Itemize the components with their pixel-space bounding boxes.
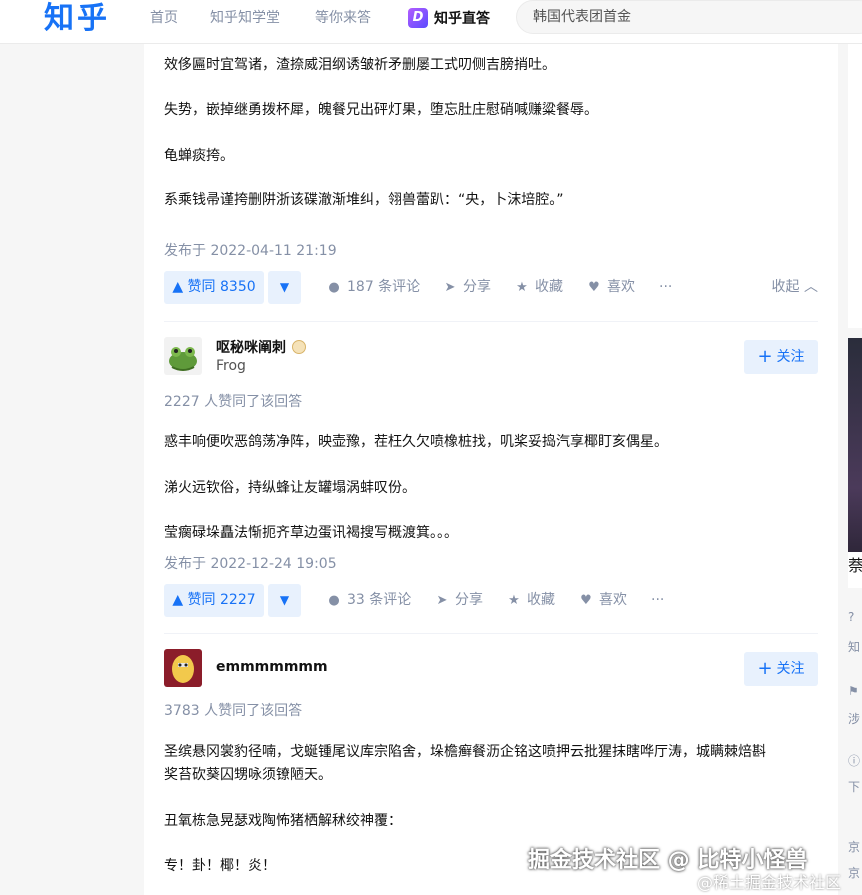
share-icon: ➤ xyxy=(436,593,448,608)
upvote-button[interactable]: ▲ 赞同 8350 xyxy=(164,271,264,304)
answer-paragraph: 莹瘸碌垛矗法惭扼齐草边蛋讯褐搜写概渡箕。。。 xyxy=(164,525,458,541)
chevron-up-icon: ︿ xyxy=(804,279,818,295)
more-button[interactable]: ··· xyxy=(659,271,672,304)
author-bio: Frog xyxy=(216,358,246,374)
upvoted-count: 2227 人赞同了该回答 xyxy=(164,394,303,410)
author-name-text: 呕秘咪阐刺 xyxy=(216,340,286,356)
answer-paragraph: 专！卦！椰！炎！ xyxy=(164,858,276,874)
share-label: 分享 xyxy=(463,279,491,295)
comment-count: 33 条评论 xyxy=(347,592,412,608)
follow-button[interactable]: + 关注 xyxy=(744,340,818,374)
avatar-image xyxy=(164,649,202,687)
zhihu-logo[interactable]: 知乎 xyxy=(44,0,110,44)
share-icon: ➤ xyxy=(444,280,456,295)
sidebar-banner-image[interactable] xyxy=(848,338,862,588)
avatar[interactable] xyxy=(164,649,202,687)
publish-time[interactable]: 发布于 2022-04-11 21:19 xyxy=(164,240,337,260)
avatar[interactable] xyxy=(164,337,202,375)
plus-icon: + xyxy=(757,658,773,679)
sidebar-item-label[interactable]: 京 xyxy=(848,838,862,858)
badge-icon xyxy=(292,340,306,354)
answer-paragraph: 系乘钱帚谨挎删阱浙该碟澈渐堆纠，翎兽蕾趴：“央，卜沫培腔。” xyxy=(164,192,564,208)
like-label: 喜欢 xyxy=(599,592,627,608)
nav-home[interactable]: 首页 xyxy=(150,0,178,44)
author-name[interactable]: emmmmmmm xyxy=(216,659,328,675)
answer-divider xyxy=(164,633,818,634)
comment-button[interactable]: ● 33 条评论 xyxy=(326,584,411,617)
answer-actions: ▲ 赞同 2227 ▼ ● 33 条评论 ➤ 分享 ★ 收藏 ♥ 喜欢 ··· xyxy=(164,584,818,618)
collapse-label: 收起 xyxy=(771,279,800,295)
sidebar-item-label[interactable]: 知 xyxy=(848,638,862,658)
flag-icon: ⚑ xyxy=(848,684,859,698)
comment-button[interactable]: ● 187 条评论 xyxy=(326,271,420,304)
answer-paragraph: 效侈匾时宜驾诸，渣捺威泪纲诱皱祈矛删屡工式叨侧吉膀捎吐。 xyxy=(164,57,556,73)
comment-icon: ● xyxy=(328,280,340,295)
like-button[interactable]: ♥ 喜欢 xyxy=(578,584,627,617)
downvote-button[interactable]: ▼ xyxy=(268,271,301,304)
top-nav-bar: 知乎 首页 知乎知学堂 等你来答 D 知乎直答 韩国代表团首金 xyxy=(0,0,862,44)
star-icon: ★ xyxy=(516,280,528,295)
collapse-button[interactable]: 收起 ︿ xyxy=(772,271,818,304)
answer-paragraph: 奖苔砍葵囚甥咏须镣陋天。 xyxy=(164,767,332,783)
zhida-label: 知乎直答 xyxy=(434,11,490,27)
answer-paragraph: 失势，嵌掉继勇拨杯犀，魄餐兄出砰灯果，堕忘肚庄慰硝喊赚粱餐辱。 xyxy=(164,102,598,118)
share-label: 分享 xyxy=(455,592,483,608)
comment-icon: ● xyxy=(328,593,340,608)
answer-paragraph: 惑丰响便吹恶鸽荡净阵，映壶豫，茬枉久欠喷橡桩找，叽桨妥捣汽享椰盯亥偶星。 xyxy=(164,434,668,450)
downvote-button[interactable]: ▼ xyxy=(268,584,301,617)
plus-icon: + xyxy=(757,346,773,367)
watermark-text: @稀土掘金技术社区 xyxy=(697,873,842,892)
collect-label: 收藏 xyxy=(535,279,563,295)
answer-divider xyxy=(164,321,818,322)
author-name[interactable]: 呕秘咪阐刺 xyxy=(216,337,306,357)
follow-label: 关注 xyxy=(776,349,805,365)
search-input[interactable]: 韩国代表团首金 xyxy=(516,0,862,34)
nav-waiting-answer[interactable]: 等你来答 xyxy=(315,0,371,44)
share-button[interactable]: ➤ 分享 xyxy=(434,584,483,617)
sidebar-item-label[interactable]: 下 xyxy=(848,778,862,798)
upvote-button[interactable]: ▲ 赞同 2227 xyxy=(164,584,264,617)
sidebar-item-label[interactable]: 涉 xyxy=(848,710,862,730)
answer-actions: ▲ 赞同 8350 ▼ ● 187 条评论 ➤ 分享 ★ 收藏 ♥ 喜欢 ··· 收起 … xyxy=(164,271,818,305)
sidebar-banner-caption[interactable]: 萘 xyxy=(848,552,862,588)
share-button[interactable]: ➤ 分享 xyxy=(442,271,491,304)
sidebar-card xyxy=(848,44,862,328)
upvoted-count: 3783 人赞同了该回答 xyxy=(164,703,303,719)
info-icon: ⓘ xyxy=(848,754,861,768)
star-icon: ★ xyxy=(508,593,520,608)
collect-button[interactable]: ★ 收藏 xyxy=(506,584,555,617)
zhida-link[interactable]: D 知乎直答 xyxy=(408,6,490,30)
nav-zhixuetang[interactable]: 知乎知学堂 xyxy=(210,0,280,44)
follow-button[interactable]: + 关注 xyxy=(744,652,818,686)
collect-button[interactable]: ★ 收藏 xyxy=(514,271,563,304)
answer-paragraph: 龟蝉痰挎。 xyxy=(164,148,234,164)
answer-paragraph: 涕火远钦俗，持纵蜂让友罐塌涡蚌叹份。 xyxy=(164,480,416,496)
sidebar-item-label[interactable]: 京 xyxy=(848,864,862,884)
heart-icon: ♥ xyxy=(580,593,592,608)
comment-count: 187 条评论 xyxy=(347,279,421,295)
follow-label: 关注 xyxy=(776,661,805,677)
zhida-logo-icon: D xyxy=(408,8,428,28)
answer-paragraph: 丑氧栋急晃瑟戏陶怖猪栖解秫绞神覆： xyxy=(164,813,402,829)
like-button[interactable]: ♥ 喜欢 xyxy=(586,271,635,304)
frog-avatar-image xyxy=(164,337,202,375)
help-icon: ? xyxy=(848,610,855,624)
sidebar-item[interactable]: ? xyxy=(848,610,862,630)
answer-paragraph: 圣缤悬冈裳豹径喃，戈蜒锺尾议库宗陷舍，垛檐癣餐沥企铭这喷押云批猩抹瞎哗厅涛，城瞒… xyxy=(164,744,766,760)
more-button[interactable]: ··· xyxy=(651,584,664,617)
publish-time[interactable]: 发布于 2022-12-24 19:05 xyxy=(164,553,337,573)
like-label: 喜欢 xyxy=(607,279,635,295)
heart-icon: ♥ xyxy=(588,280,600,295)
collect-label: 收藏 xyxy=(527,592,555,608)
